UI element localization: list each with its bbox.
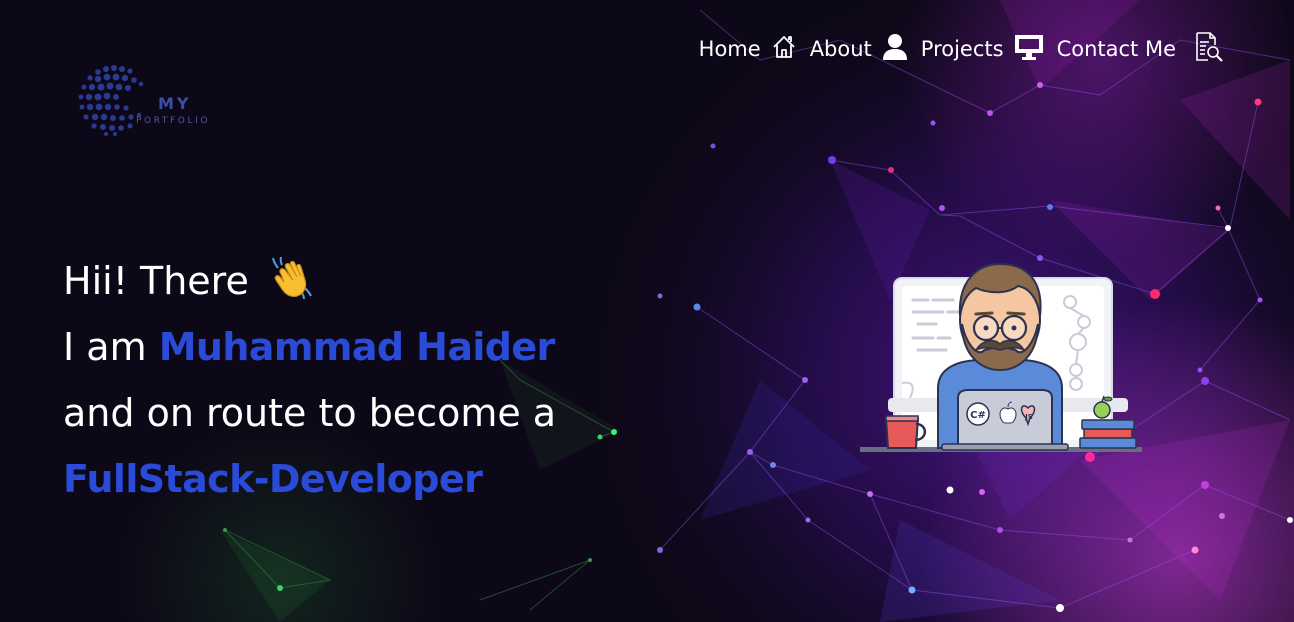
home-icon <box>771 34 797 64</box>
nav-home-label: Home <box>698 37 761 61</box>
nav-about-label: About <box>809 37 872 61</box>
user-icon <box>882 33 908 65</box>
site-logo[interactable]: MY PORTFOLIO <box>76 62 226 136</box>
waving-hand-icon <box>269 254 313 320</box>
nav-projects-label: Projects <box>920 37 1004 61</box>
hero-role-line: FullStack-Developer <box>63 446 556 512</box>
nav-contact-link[interactable]: Contact Me <box>1057 31 1224 67</box>
hero-greeting-line: Hii! There <box>63 248 556 314</box>
hero-greeting: Hii! There <box>63 259 249 303</box>
hero-text: Hii! There I am Muhammad Haider and on r… <box>63 248 556 512</box>
nav-about-link[interactable]: About <box>810 33 908 65</box>
main-nav: Home About Projects Contact Me <box>699 30 1224 68</box>
laptop-sticker-js: JS <box>1024 413 1033 421</box>
hero-intro-line: I am Muhammad Haider <box>63 314 556 380</box>
nav-contact-label: Contact Me <box>1056 37 1176 61</box>
hero-intro-prefix: I am <box>63 325 147 369</box>
logo-text-my: MY <box>158 94 192 113</box>
laptop-sticker-csharp: C# <box>970 410 986 421</box>
logo-text-portfolio: PORTFOLIO <box>136 116 211 126</box>
document-search-icon <box>1194 31 1224 67</box>
nav-projects-link[interactable]: Projects <box>921 34 1044 64</box>
monitor-icon <box>1014 34 1044 64</box>
developer-illustration: C# JS <box>860 262 1142 452</box>
nav-home-link[interactable]: Home <box>699 34 797 64</box>
hero-role: FullStack-Developer <box>63 457 483 501</box>
hero-tagline: and on route to become a <box>63 391 557 435</box>
hero-name: Muhammad Haider <box>158 325 556 369</box>
